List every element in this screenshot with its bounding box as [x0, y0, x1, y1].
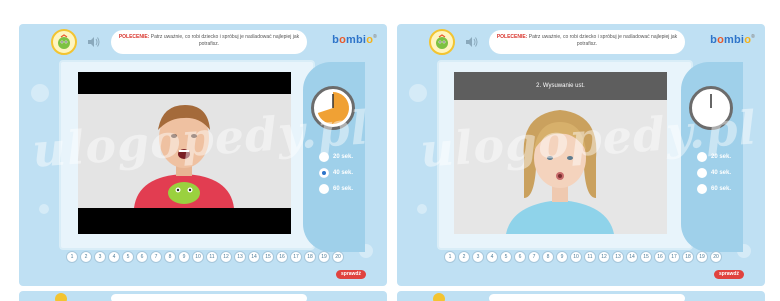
mascot-icon[interactable] [429, 29, 455, 55]
exercise-number-button[interactable]: 2 [80, 251, 92, 263]
exercise-number-button[interactable]: 10 [192, 251, 204, 263]
instruction-text: Patrz uważnie, co robi dziecko i spróbuj… [528, 34, 678, 47]
exercise-number-button[interactable]: 12 [598, 251, 610, 263]
exercise-number-button[interactable]: 3 [472, 251, 484, 263]
exercise-number-button[interactable]: 20 [710, 251, 722, 263]
duration-option[interactable]: 40 sek. [319, 168, 353, 178]
exercise-number-button[interactable]: 5 [500, 251, 512, 263]
exercise-number-button[interactable]: 14 [248, 251, 260, 263]
bambino-logo: bombio® [710, 34, 755, 46]
exercise-number-button[interactable]: 18 [304, 251, 316, 263]
exercise-number-button[interactable]: 16 [276, 251, 288, 263]
exercise-number-button[interactable]: 19 [318, 251, 330, 263]
radio-button[interactable] [697, 168, 707, 178]
duration-option-label: 40 sek. [711, 170, 732, 176]
exercise-number-button[interactable]: 13 [234, 251, 246, 263]
exercise-number-button[interactable]: 18 [682, 251, 694, 263]
exercise-number-button[interactable]: 17 [668, 251, 680, 263]
exercise-number-button[interactable]: 9 [178, 251, 190, 263]
radio-button[interactable] [319, 184, 329, 194]
exercise-number-button[interactable]: 11 [584, 251, 596, 263]
exercise-number-button[interactable]: 10 [570, 251, 582, 263]
instruction-box: POLECENIE: Patrz uważnie, co robi dzieck… [489, 30, 685, 54]
duration-option[interactable]: 40 sek. [697, 168, 731, 178]
exercise-number-button[interactable]: 7 [150, 251, 162, 263]
duration-option[interactable]: 60 sek. [697, 184, 731, 194]
exercise-number-button[interactable]: 4 [108, 251, 120, 263]
check-button[interactable]: sprawdź [714, 270, 744, 279]
exercise-number-button[interactable]: 11 [206, 251, 218, 263]
duration-option[interactable]: 60 sek. [319, 184, 353, 194]
instruction-text: Patrz uważnie, co robi dziecko i spróbuj… [150, 34, 300, 47]
exercise-number-button[interactable]: 14 [626, 251, 638, 263]
radio-button[interactable] [319, 168, 329, 178]
exercise-number-button[interactable]: 1 [444, 251, 456, 263]
exercise-number-button[interactable]: 19 [696, 251, 708, 263]
instruction-box: POLECENIE: Patrz uważnie, co robi dzieck… [111, 30, 307, 54]
instruction-keyword: POLECENIE: [496, 34, 528, 40]
exercise-number-button[interactable]: 20 [332, 251, 344, 263]
exercise-number-button[interactable]: 9 [556, 251, 568, 263]
exercise-number-button[interactable]: 3 [94, 251, 106, 263]
exercise-number-button[interactable]: 7 [528, 251, 540, 263]
exercise-number-button[interactable]: 17 [290, 251, 302, 263]
page: POLECENIE: Patrz uważnie, co robi dzieck… [0, 0, 780, 301]
exercise-number-button[interactable]: 15 [640, 251, 652, 263]
speaker-icon[interactable] [465, 35, 479, 47]
exercise-number-button[interactable]: 15 [262, 251, 274, 263]
exercise-number-button[interactable]: 16 [654, 251, 666, 263]
exercise-number-list: 1 2 3 4 5 6 7 8 9 10 11 12 13 14 15 16 17 18 19 20 [444, 251, 724, 263]
duration-options: 20 sek. 40 sek. 60 sek. [697, 152, 731, 200]
bambino-logo: bombio® [332, 34, 377, 46]
exercise-number-list: 1 2 3 4 5 6 7 8 9 10 11 12 13 14 15 16 17 18 19 20 [66, 251, 346, 263]
top-bar: POLECENIE: Patrz uważnie, co robi dzieck… [397, 24, 765, 58]
exercise-number-button[interactable]: 6 [136, 251, 148, 263]
next-panel-strip-1 [19, 291, 387, 301]
speaker-icon[interactable] [87, 35, 101, 47]
duration-option-label: 60 sek. [711, 186, 732, 192]
top-bar: POLECENIE: Patrz uważnie, co robi dzieck… [19, 24, 387, 58]
duration-options: 20 sek. 40 sek. 60 sek. [319, 152, 353, 200]
duration-option-label: 60 sek. [333, 186, 354, 192]
instruction-keyword: POLECENIE: [118, 34, 150, 40]
mascot-icon[interactable] [51, 29, 77, 55]
duration-option-label: 40 sek. [333, 170, 354, 176]
exercise-number-button[interactable]: 2 [458, 251, 470, 263]
next-panel-strip-2 [397, 291, 765, 301]
exercise-number-button[interactable]: 8 [164, 251, 176, 263]
exercise-number-button[interactable]: 1 [66, 251, 78, 263]
exercise-number-button[interactable]: 4 [486, 251, 498, 263]
exercise-number-button[interactable]: 12 [220, 251, 232, 263]
exercise-number-button[interactable]: 6 [514, 251, 526, 263]
check-button[interactable]: sprawdź [336, 270, 366, 279]
exercise-number-button[interactable]: 5 [122, 251, 134, 263]
radio-button[interactable] [697, 184, 707, 194]
exercise-number-button[interactable]: 13 [612, 251, 624, 263]
exercise-number-button[interactable]: 8 [542, 251, 554, 263]
